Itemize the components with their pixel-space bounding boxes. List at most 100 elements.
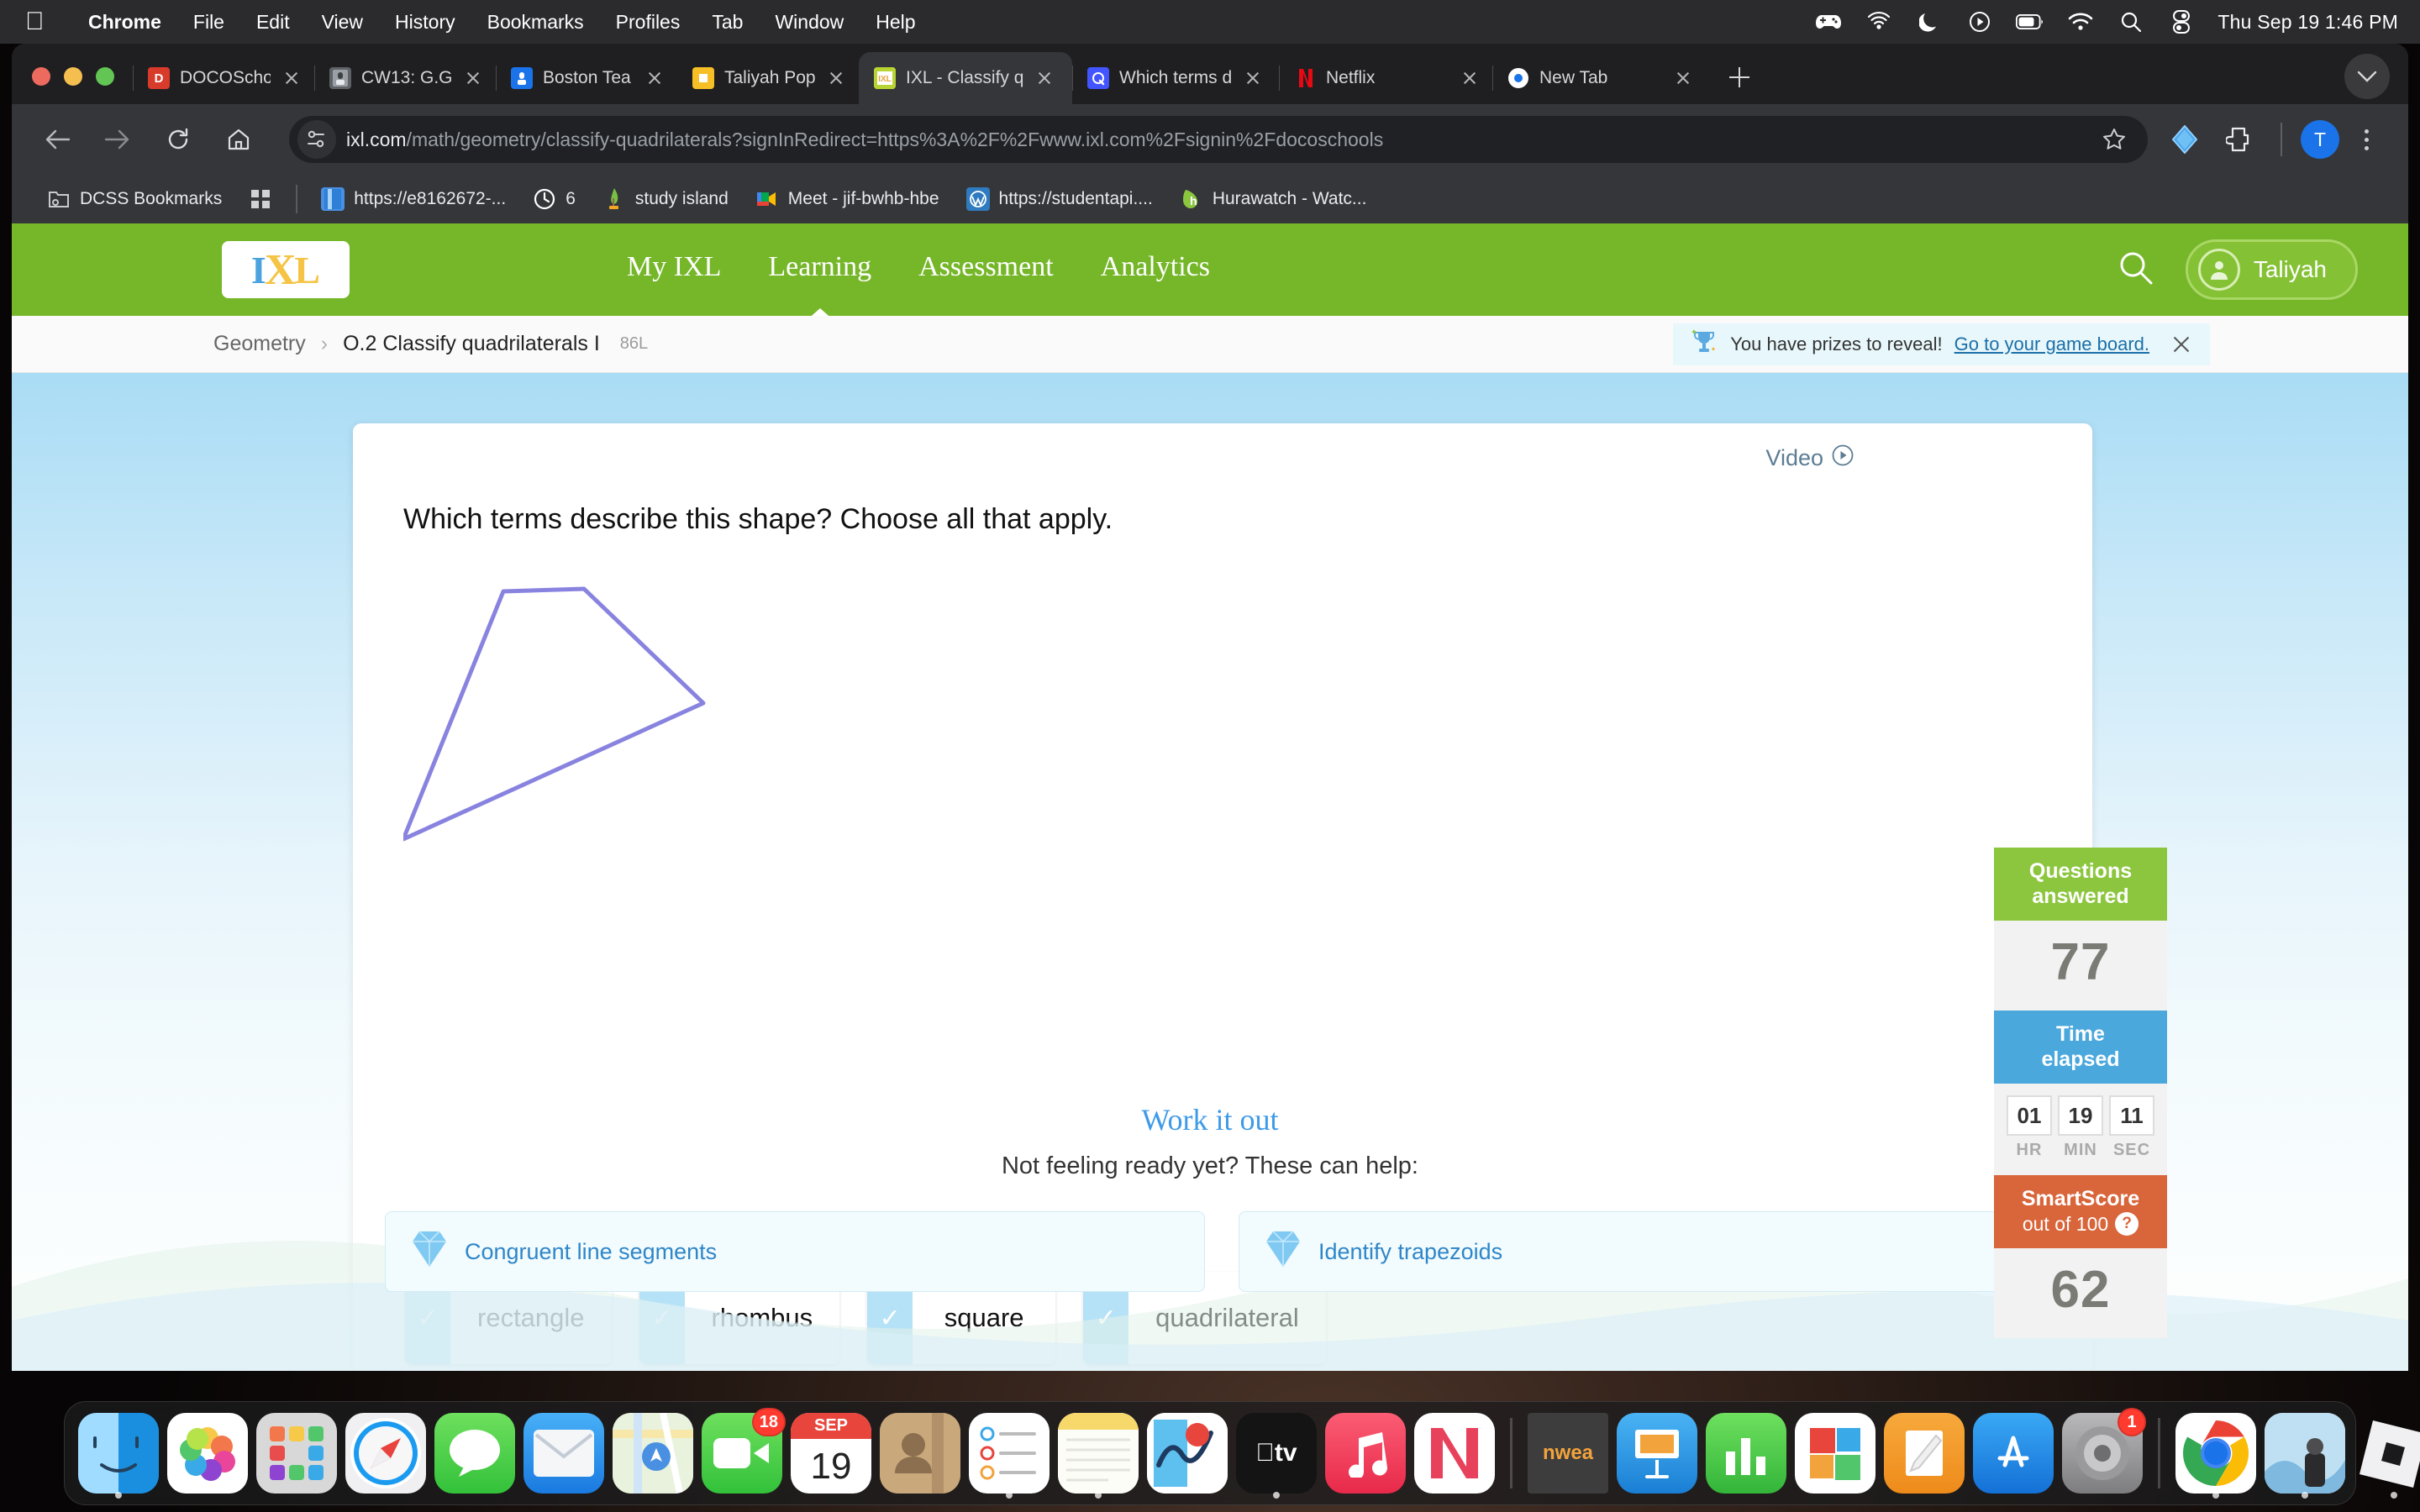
bookmark-apps-grid[interactable] — [235, 187, 286, 211]
help-card-identify-trapezoids[interactable]: Identify trapezoids — [1239, 1211, 2059, 1292]
game-controller-icon[interactable] — [1814, 9, 1843, 34]
now-playing-icon[interactable] — [1965, 9, 1994, 34]
bookmark-hurawatch[interactable]: h Hurawatch - Watc... — [1166, 187, 1381, 211]
menu-item-history[interactable]: History — [379, 11, 471, 34]
dock-item-pages[interactable] — [1881, 1410, 1968, 1497]
browser-tab-ixl-classify[interactable]: IXL IXL - Classify q — [859, 52, 1072, 104]
site-settings-icon[interactable] — [297, 120, 336, 159]
close-tab-icon[interactable] — [1034, 67, 1055, 89]
nav-analytics[interactable]: Analytics — [1101, 251, 1210, 288]
close-tab-icon[interactable] — [1672, 67, 1694, 89]
diamond-extension-icon[interactable] — [2161, 116, 2208, 163]
menu-item-file[interactable]: File — [177, 11, 240, 34]
new-tab-button[interactable] — [1718, 55, 1761, 99]
video-link[interactable]: Video — [1765, 444, 1854, 472]
nav-learning[interactable]: Learning — [768, 251, 871, 288]
spotlight-search-icon[interactable] — [2117, 9, 2145, 34]
menu-item-edit[interactable]: Edit — [240, 11, 306, 34]
dock-item-photos[interactable] — [164, 1410, 251, 1497]
home-icon[interactable] — [215, 116, 262, 163]
bookmark-study-island[interactable]: study island — [589, 187, 742, 211]
dock-item-roblox[interactable] — [2350, 1410, 2420, 1499]
back-arrow-icon[interactable] — [34, 116, 81, 163]
browser-tab-docoschools[interactable]: D DOCOSchools — [133, 52, 314, 104]
user-account-chip[interactable]: Taliyah — [2185, 239, 2358, 300]
close-window-button[interactable] — [32, 67, 50, 86]
dock-item-app-store[interactable] — [1970, 1410, 2057, 1497]
menu-item-profiles[interactable]: Profiles — [600, 11, 697, 34]
dock-item-finder[interactable] — [75, 1410, 162, 1499]
close-tab-icon[interactable] — [1459, 67, 1481, 89]
menu-item-tab[interactable]: Tab — [696, 11, 759, 34]
close-tab-icon[interactable] — [462, 67, 484, 89]
bookmark-dcss-bookmarks[interactable]: DCSS Bookmarks — [34, 187, 235, 211]
search-icon[interactable] — [2117, 249, 2155, 291]
apple-menu-icon[interactable]:  — [25, 9, 54, 34]
bookmark-star-icon[interactable] — [2094, 119, 2134, 160]
ixl-logo[interactable]: IXL — [222, 241, 350, 298]
close-tab-icon[interactable] — [281, 67, 302, 89]
three-dot-menu-icon[interactable] — [2346, 119, 2386, 160]
nav-assessment[interactable]: Assessment — [918, 251, 1054, 288]
close-tab-icon[interactable] — [1242, 67, 1264, 89]
tab-search-chevron-down-icon[interactable] — [2344, 54, 2390, 99]
dock-item-chrome[interactable] — [2172, 1410, 2260, 1499]
address-bar[interactable]: ixl.com/math/geometry/classify-quadrilat… — [289, 116, 2148, 163]
dock-item-freeform[interactable] — [1144, 1410, 1231, 1497]
close-tab-icon[interactable] — [644, 67, 666, 89]
do-not-disturb-moon-icon[interactable] — [1915, 9, 1944, 34]
dock-item-kahoot[interactable] — [1791, 1410, 1879, 1497]
browser-tab-cw13[interactable]: CW13: G.GSR... — [314, 52, 496, 104]
puzzle-extensions-icon[interactable] — [2215, 116, 2262, 163]
dock-item-launchpad[interactable] — [253, 1410, 340, 1497]
game-board-link[interactable]: Go to your game board. — [1954, 333, 2149, 355]
dock-item-numbers[interactable] — [1702, 1410, 1790, 1497]
bookmark-6[interactable]: 6 — [519, 187, 589, 211]
dock-item-calendar[interactable]: SEP 19 — [787, 1410, 875, 1497]
airplay-icon[interactable] — [1865, 9, 1893, 34]
menu-item-help[interactable]: Help — [860, 11, 931, 34]
menu-item-bookmarks[interactable]: Bookmarks — [471, 11, 600, 34]
minimize-window-button[interactable] — [64, 67, 82, 86]
dock-item-reminders[interactable] — [965, 1410, 1053, 1499]
dock-item-contacts[interactable] — [876, 1410, 964, 1497]
breadcrumb-subject[interactable]: Geometry — [213, 332, 306, 356]
forward-arrow-icon[interactable] — [94, 116, 141, 163]
bookmark-google-meet[interactable]: Meet - jif-bwhb-hbe — [742, 187, 953, 211]
dock-item-apple-tv[interactable]: tv — [1233, 1410, 1320, 1499]
question-mark-icon[interactable]: ? — [2115, 1212, 2139, 1236]
dock-item-system-settings[interactable]: 1 — [2059, 1408, 2146, 1497]
dock-item-facetime[interactable]: 18 — [698, 1408, 786, 1497]
browser-tab-which-terms[interactable]: Which terms d — [1072, 52, 1279, 104]
dock-item-keynote[interactable] — [1613, 1410, 1701, 1497]
profile-avatar[interactable]: T — [2301, 120, 2339, 159]
menu-bar-clock[interactable]: Thu Sep 19 1:46 PM — [2217, 11, 2398, 34]
dock-item-notes[interactable] — [1055, 1410, 1142, 1499]
dock-item-messages[interactable] — [431, 1410, 518, 1497]
dock-item-news[interactable] — [1411, 1410, 1498, 1497]
bookmark-studentapi[interactable]: https://studentapi.... — [953, 187, 1166, 211]
help-card-congruent-line-segments[interactable]: Congruent line segments — [385, 1211, 1205, 1292]
close-tab-icon[interactable] — [825, 67, 847, 89]
control-center-icon[interactable] — [2167, 9, 2196, 34]
close-icon[interactable] — [2170, 333, 2193, 356]
dock-item-preview-image[interactable] — [2261, 1410, 2349, 1499]
dock-item-mail[interactable] — [520, 1410, 608, 1497]
browser-tab-taliyah-pope[interactable]: Taliyah Pope - — [677, 52, 859, 104]
nav-my-ixl[interactable]: My IXL — [627, 251, 721, 288]
dock-item-music[interactable] — [1322, 1410, 1409, 1497]
wifi-icon[interactable] — [2066, 9, 2095, 34]
browser-tab-boston-tea-party[interactable]: Boston Tea Par — [496, 52, 677, 104]
dock-item-safari[interactable] — [342, 1410, 429, 1497]
dock-item-nwea[interactable]: nwea — [1524, 1410, 1612, 1497]
maximize-window-button[interactable] — [96, 67, 114, 86]
menu-item-chrome[interactable]: Chrome — [72, 11, 177, 34]
browser-tab-new-tab[interactable]: New Tab — [1492, 52, 1706, 104]
dock-item-maps[interactable] — [609, 1410, 697, 1497]
menu-item-window[interactable]: Window — [759, 11, 860, 34]
bookmark-e8162672[interactable]: https://e8162672-... — [308, 187, 519, 211]
browser-tab-netflix[interactable]: Netflix — [1279, 52, 1492, 104]
battery-icon[interactable] — [2016, 9, 2044, 34]
reload-icon[interactable] — [155, 116, 202, 163]
menu-item-view[interactable]: View — [306, 11, 379, 34]
